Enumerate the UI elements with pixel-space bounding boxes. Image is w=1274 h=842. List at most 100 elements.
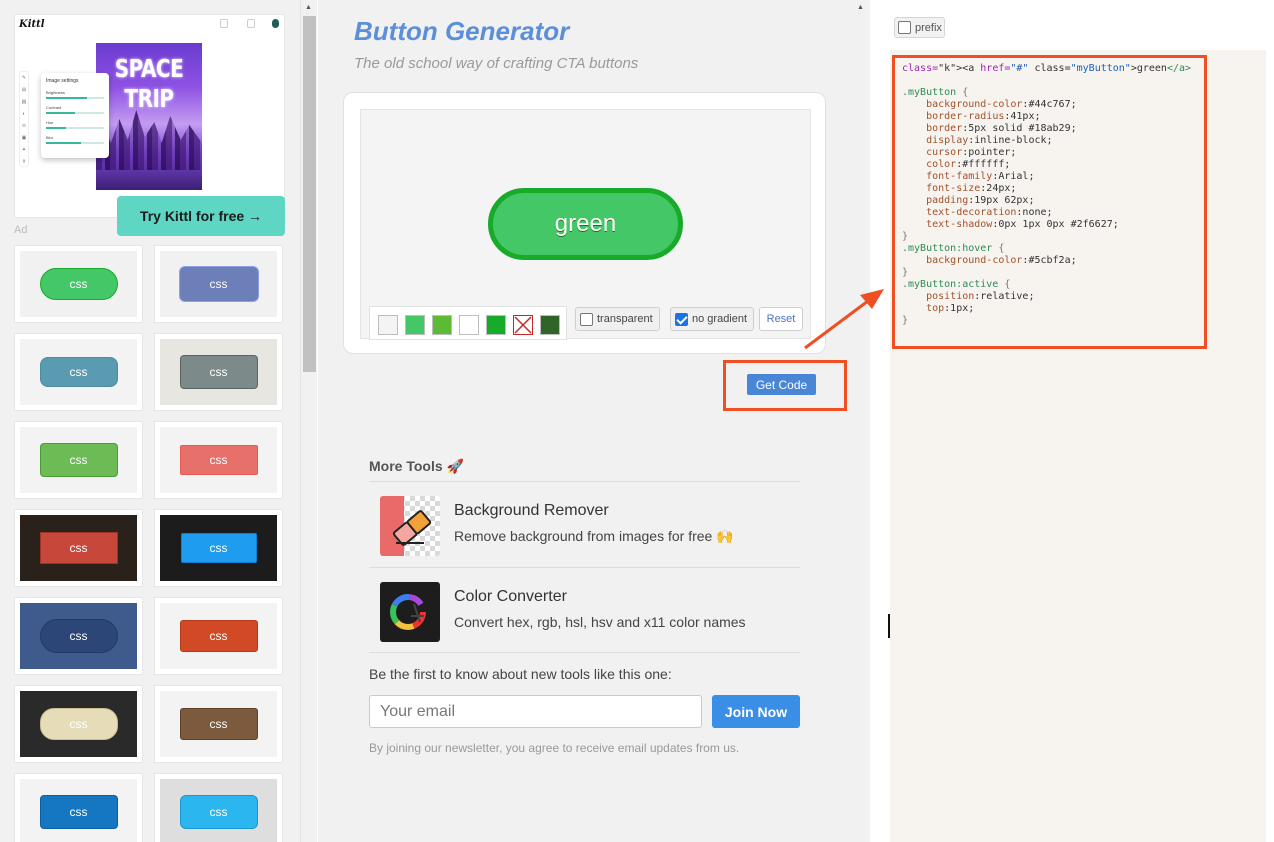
color-swatch[interactable] [486, 315, 506, 335]
page-title: Button Generator [354, 16, 570, 46]
gallery-thumb[interactable]: css [154, 773, 283, 842]
tool-color-converter[interactable]: Color Converter Convert hex, rgb, hsl, h… [369, 567, 800, 653]
try-kittl-button[interactable]: Try Kittl for free → [117, 196, 285, 236]
ad-label: Ad [14, 224, 28, 236]
left-scrollbar[interactable]: ▲ [300, 0, 317, 842]
gallery-thumb[interactable]: css [154, 421, 283, 499]
newsletter-disclaimer: By joining our newsletter, you agree to … [369, 741, 740, 755]
color-swatch[interactable] [405, 315, 425, 335]
gallery-thumb-preview: css [20, 339, 137, 405]
gallery-thumb-preview: css [20, 515, 137, 581]
gallery-thumb-preview: css [20, 427, 137, 493]
gallery-thumb[interactable]: css [14, 245, 143, 323]
gallery-css-button: css [179, 445, 258, 475]
ad-slider: Contrast [46, 105, 104, 114]
ad-toolbar: ✎ ⊞ ▤ ◐ ⊙ ▣ ✦ # [19, 71, 29, 167]
gallery-thumb-preview: css [160, 779, 277, 842]
ad-slider: Blur [46, 135, 104, 144]
email-input[interactable] [369, 695, 702, 728]
more-tools-heading: More Tools 🚀 [369, 458, 464, 474]
gallery-thumb-preview: css [20, 251, 137, 317]
tool-name: Background Remover [454, 502, 609, 519]
color-swatch[interactable] [378, 315, 398, 335]
gallery-thumb[interactable]: css [14, 333, 143, 411]
center-scrollbar[interactable]: ▲ [853, 0, 870, 842]
ad-slider-fill [46, 112, 75, 114]
gallery-thumb[interactable]: css [14, 509, 143, 587]
ad-slider: Brightness [46, 90, 104, 99]
swatch-none-icon[interactable] [513, 315, 533, 335]
ad-poster: SPACE TRIP [96, 43, 202, 190]
gallery-thumb[interactable]: css [154, 245, 283, 323]
gallery-thumb-preview: css [160, 603, 277, 669]
gallery-thumb[interactable]: css [14, 597, 143, 675]
preview-button[interactable]: green [488, 188, 683, 260]
gallery-thumb-preview: css [160, 691, 277, 757]
gallery-thumb[interactable]: css [14, 685, 143, 763]
gallery-thumb[interactable]: css [14, 421, 143, 499]
gallery-thumb[interactable]: css [154, 509, 283, 587]
ad-slider-fill [46, 97, 87, 99]
gallery-thumb[interactable]: css [154, 685, 283, 763]
ad-banner[interactable]: Kittl ✎ ⊞ ▤ ◐ ⊙ ▣ ✦ # SPACE TRIP Image settings… [14, 14, 285, 218]
preview-stage: green [360, 109, 811, 340]
prefix-label: prefix [915, 21, 942, 34]
get-code-button[interactable]: Get Code [747, 374, 816, 395]
page-subtitle: The old school way of crafting CTA butto… [354, 55, 639, 72]
ad-topbar: Kittl [15, 15, 284, 41]
transparent-toggle[interactable]: transparent [575, 307, 660, 331]
ad-logo: Kittl [19, 19, 45, 30]
gallery-thumb[interactable]: css [154, 597, 283, 675]
tool-background-remover[interactable]: Background Remover Remove background fro… [369, 481, 800, 567]
gallery-thumb-preview: css [160, 427, 277, 493]
transparent-label: transparent [597, 313, 653, 325]
scroll-up-icon[interactable]: ▲ [305, 4, 312, 11]
tool-desc: Remove background from images for free 🙌 [454, 528, 734, 544]
prefix-checkbox[interactable] [898, 21, 911, 34]
join-now-button[interactable]: Join Now [712, 695, 800, 728]
ad-mini-button [247, 19, 255, 28]
no-gradient-toggle[interactable]: no gradient [670, 307, 755, 331]
gallery-css-button: css [39, 443, 118, 477]
prefix-toggle[interactable]: prefix [894, 17, 945, 38]
color-swatch[interactable] [459, 315, 479, 335]
tool-name: Color Converter [454, 588, 567, 605]
code-highlight [892, 55, 1207, 349]
left-sidebar: Kittl ✎ ⊞ ▤ ◐ ⊙ ▣ ✦ # SPACE TRIP Image settings… [0, 0, 300, 842]
ad-slider-fill [46, 142, 81, 144]
color-swatch[interactable] [432, 315, 452, 335]
ad-poster-city [96, 110, 202, 170]
left-scrollbar-thumb[interactable] [303, 16, 316, 372]
gallery-css-button: css [178, 266, 259, 302]
ad-slider-track [46, 112, 104, 114]
ad-panel-title: Image settings [46, 78, 79, 84]
gallery-css-button: css [179, 708, 258, 740]
no-gradient-label: no gradient [692, 313, 748, 325]
gallery-css-button: css [39, 795, 118, 829]
ad-slider-label: Contrast [46, 105, 62, 110]
ad-mini-button [220, 19, 228, 28]
ad-poster-title: SPACE TRIP [114, 53, 184, 113]
gallery-thumb-preview: css [160, 339, 277, 405]
gallery-css-button: css [179, 355, 258, 389]
ad-slider-fill [46, 127, 67, 129]
edge-mark [888, 614, 890, 638]
ad-slider-track [46, 127, 104, 129]
reset-button[interactable]: Reset [759, 307, 803, 331]
gallery-css-button: css [39, 532, 118, 564]
ad-slider-label: Hue [46, 120, 54, 125]
gallery-thumb[interactable]: css [154, 333, 283, 411]
color-swatch[interactable] [540, 315, 560, 335]
ad-slider-track [46, 142, 104, 144]
gallery-thumb[interactable]: css [14, 773, 143, 842]
ad-slider-track [46, 97, 104, 99]
scroll-up-icon[interactable]: ▲ [857, 4, 864, 11]
ad-slider: Hue [46, 120, 104, 129]
gallery-thumb-preview: css [160, 515, 277, 581]
ad-slider-label: Brightness [46, 90, 65, 95]
gallery-thumb-preview: css [20, 691, 137, 757]
transparent-checkbox[interactable] [580, 312, 593, 326]
no-gradient-checkbox[interactable] [675, 312, 688, 326]
eraser-icon [380, 496, 440, 556]
gallery-css-button: css [179, 620, 258, 652]
